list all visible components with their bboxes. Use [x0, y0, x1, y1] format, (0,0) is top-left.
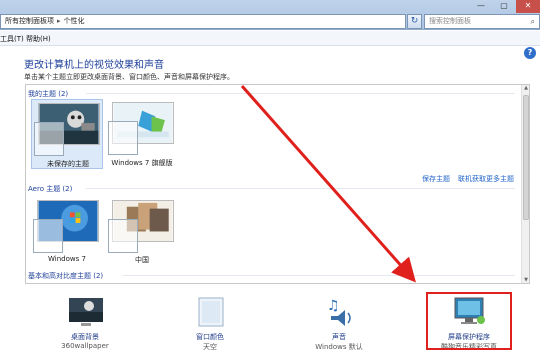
sound-icon: ♫ [327, 298, 351, 326]
close-button[interactable]: ✕ [516, 0, 540, 13]
get-more-themes-link[interactable]: 联机获取更多主题 [458, 174, 514, 184]
breadcrumb-separator-icon[interactable]: ▸ [57, 17, 61, 25]
bottom-item-title: 声音 [332, 333, 346, 341]
bottom-item-title: 窗口颜色 [196, 333, 224, 341]
title-bar: — ▢ ✕ 所有控制面板项 ▸ 个性化 ↻ 搜索控制面板 ⌕ [0, 0, 540, 30]
divider [86, 188, 515, 189]
address-bar[interactable]: 所有控制面板项 ▸ 个性化 [0, 14, 406, 29]
theme-list[interactable]: 我的主题 (2) 未保存的主题 Windows 7 旗舰版 保存主题 联机获取更… [25, 84, 530, 284]
sounds-button[interactable]: ♫ 声音 Windows 默认 [294, 292, 384, 358]
bottom-item-subtitle: 天空 [203, 343, 217, 351]
window-color-swatch [33, 219, 63, 253]
theme-windows7-ultimate[interactable]: Windows 7 旗舰版 [106, 99, 178, 169]
vertical-scrollbar[interactable]: ▲ ▼ [521, 85, 529, 283]
annotation-highlight-box [426, 292, 512, 350]
window-color-swatch [108, 121, 138, 155]
theme-unsaved[interactable]: 未保存的主题 [31, 99, 103, 169]
bottom-item-title: 桌面背景 [71, 333, 99, 341]
search-icon[interactable]: ⌕ [531, 15, 535, 28]
minimize-button[interactable]: — [470, 0, 492, 13]
theme-label: 中国 [135, 256, 149, 264]
theme-label: 未保存的主题 [47, 160, 89, 168]
group-my-themes[interactable]: 我的主题 (2) [28, 89, 68, 99]
help-icon[interactable]: ? [524, 47, 536, 59]
window-color-button[interactable]: 窗口颜色 天空 [165, 292, 255, 358]
group-aero-themes[interactable]: Aero 主题 (2) [28, 184, 72, 194]
page-title: 更改计算机上的视觉效果和声音 [24, 60, 164, 71]
refresh-button[interactable]: ↻ [407, 14, 422, 29]
scrollbar-thumb[interactable] [523, 95, 529, 220]
window-color-icon [198, 297, 224, 327]
theme-china[interactable]: 中国 [106, 197, 178, 267]
menu-bar: 工具(T) 帮助(H) [0, 31, 540, 46]
bottom-item-subtitle: 360wallpaper [61, 342, 109, 350]
wallpaper-icon [69, 298, 103, 326]
theme-label: Windows 7 [48, 255, 86, 263]
bottom-item-subtitle: Windows 默认 [315, 343, 363, 351]
divider [86, 93, 515, 94]
menu-tools[interactable]: 工具(T) [0, 34, 24, 44]
desktop-background-button[interactable]: 桌面背景 360wallpaper [40, 292, 130, 358]
group-basic-themes[interactable]: 基本和高对比度主题 (2) [28, 271, 103, 281]
theme-label: Windows 7 旗舰版 [111, 159, 173, 167]
search-placeholder: 搜索控制面板 [429, 17, 471, 25]
theme-windows7[interactable]: Windows 7 [31, 197, 103, 267]
search-input[interactable]: 搜索控制面板 ⌕ [424, 14, 540, 29]
save-theme-link[interactable]: 保存主题 [422, 174, 450, 184]
window-color-swatch [34, 122, 64, 156]
divider [122, 275, 515, 276]
window-color-swatch [108, 219, 138, 253]
scroll-down-icon[interactable]: ▼ [522, 277, 529, 283]
menu-help[interactable]: 帮助(H) [26, 34, 51, 44]
page-description: 单击某个主题立即更改桌面背景、窗口颜色、声音和屏幕保护程序。 [24, 73, 234, 81]
breadcrumb-all-items[interactable]: 所有控制面板项 [5, 17, 54, 25]
scroll-up-icon[interactable]: ▲ [522, 85, 529, 91]
maximize-button[interactable]: ▢ [494, 0, 514, 13]
breadcrumb-personalization[interactable]: 个性化 [64, 17, 85, 25]
svg-text:♫: ♫ [327, 298, 340, 314]
